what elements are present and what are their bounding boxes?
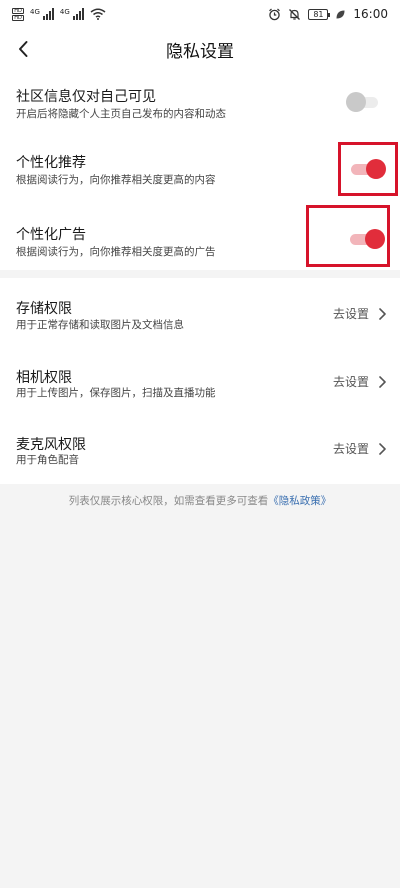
personalized-recommend-toggle[interactable] bbox=[351, 159, 386, 179]
setting-description: 根据阅读行为，向你推荐相关度更高的广告 bbox=[16, 246, 216, 258]
sim2-badge: HD bbox=[12, 14, 24, 21]
status-bar-right: 81 16:00 bbox=[268, 7, 388, 21]
chevron-right-icon bbox=[379, 442, 386, 455]
setting-description: 根据阅读行为，向你推荐相关度更高的内容 bbox=[16, 174, 216, 186]
back-button[interactable] bbox=[8, 34, 38, 64]
footer-note: 列表仅展示核心权限，如需查看更多可查看《隐私政策》 bbox=[0, 493, 400, 508]
permission-row-camera[interactable]: 相机权限 用于上传图片，保存图片，扫描及直播功能 去设置 bbox=[0, 348, 400, 416]
go-settings-label: 去设置 bbox=[332, 375, 369, 389]
alarm-icon bbox=[269, 8, 281, 20]
footer-note-text: 列表仅展示核心权限，如需查看更多可查看 bbox=[68, 495, 269, 507]
privacy-toggles-section: 社区信息仅对自己可见 开启后将隐藏个人主页自己发布的内容和动态 个性化推荐 根据… bbox=[0, 70, 400, 270]
storage-go-settings-link[interactable]: 去设置 bbox=[333, 305, 386, 322]
setting-row-personalized-ads: 个性化广告 根据阅读行为，向你推荐相关度更高的广告 bbox=[0, 202, 400, 270]
battery-icon: 81 bbox=[308, 8, 331, 20]
chevron-right-icon bbox=[379, 307, 386, 320]
permissions-section: 存储权限 用于正常存储和读取图片及文档信息 去设置 相机权限 用于上传图片，保存… bbox=[0, 278, 400, 484]
camera-go-settings-link[interactable]: 去设置 bbox=[333, 373, 386, 390]
network-type-2: 4G bbox=[59, 7, 70, 16]
setting-title: 个性化推荐 bbox=[16, 155, 86, 171]
sim-badges: HD HD bbox=[12, 7, 24, 21]
permission-title: 存储权限 bbox=[16, 301, 72, 317]
page-title: 隐私设置 bbox=[166, 41, 234, 62]
permission-description: 用于角色配音 bbox=[16, 454, 79, 466]
setting-description: 开启后将隐藏个人主页自己发布的内容和动态 bbox=[16, 108, 226, 120]
toggle-knob bbox=[366, 159, 386, 179]
setting-title: 社区信息仅对自己可见 bbox=[16, 89, 156, 105]
permission-row-storage[interactable]: 存储权限 用于正常存储和读取图片及文档信息 去设置 bbox=[0, 278, 400, 348]
wifi-icon bbox=[90, 8, 106, 20]
permission-title: 麦克风权限 bbox=[16, 437, 86, 453]
signal-icon-1 bbox=[42, 8, 54, 20]
go-settings-label: 去设置 bbox=[332, 307, 369, 321]
community-visible-toggle[interactable] bbox=[346, 92, 380, 112]
permission-description: 用于上传图片，保存图片，扫描及直播功能 bbox=[16, 387, 216, 399]
permission-title: 相机权限 bbox=[16, 370, 72, 386]
chevron-left-icon bbox=[19, 41, 28, 57]
status-bar: HD HD 4G 4G 81 16:00 bbox=[0, 0, 400, 28]
signal-icon-2 bbox=[72, 8, 84, 20]
toggle-knob bbox=[346, 92, 366, 112]
status-bar-left: HD HD 4G 4G bbox=[12, 7, 106, 21]
toggle-knob bbox=[365, 229, 385, 249]
permission-row-microphone[interactable]: 麦克风权限 用于角色配音 去设置 bbox=[0, 416, 400, 484]
go-settings-label: 去设置 bbox=[332, 442, 369, 456]
leaf-icon bbox=[336, 10, 345, 18]
setting-row-personalized-recommend: 个性化推荐 根据阅读行为，向你推荐相关度更高的内容 bbox=[0, 136, 400, 202]
setting-title: 个性化广告 bbox=[16, 227, 86, 243]
status-time: 16:00 bbox=[353, 7, 388, 21]
personalized-ads-toggle[interactable] bbox=[350, 229, 385, 249]
microphone-go-settings-link[interactable]: 去设置 bbox=[333, 440, 386, 457]
mute-bell-icon bbox=[289, 8, 301, 20]
sim1-badge: HD bbox=[12, 7, 24, 14]
setting-row-community-visible: 社区信息仅对自己可见 开启后将隐藏个人主页自己发布的内容和动态 bbox=[0, 70, 400, 136]
chevron-right-icon bbox=[379, 375, 386, 388]
privacy-policy-link[interactable]: 《隐私政策》 bbox=[268, 495, 331, 507]
nav-bar: 隐私设置 bbox=[0, 28, 400, 70]
network-type-1: 4G bbox=[30, 7, 40, 16]
permission-description: 用于正常存储和读取图片及文档信息 bbox=[16, 319, 184, 331]
